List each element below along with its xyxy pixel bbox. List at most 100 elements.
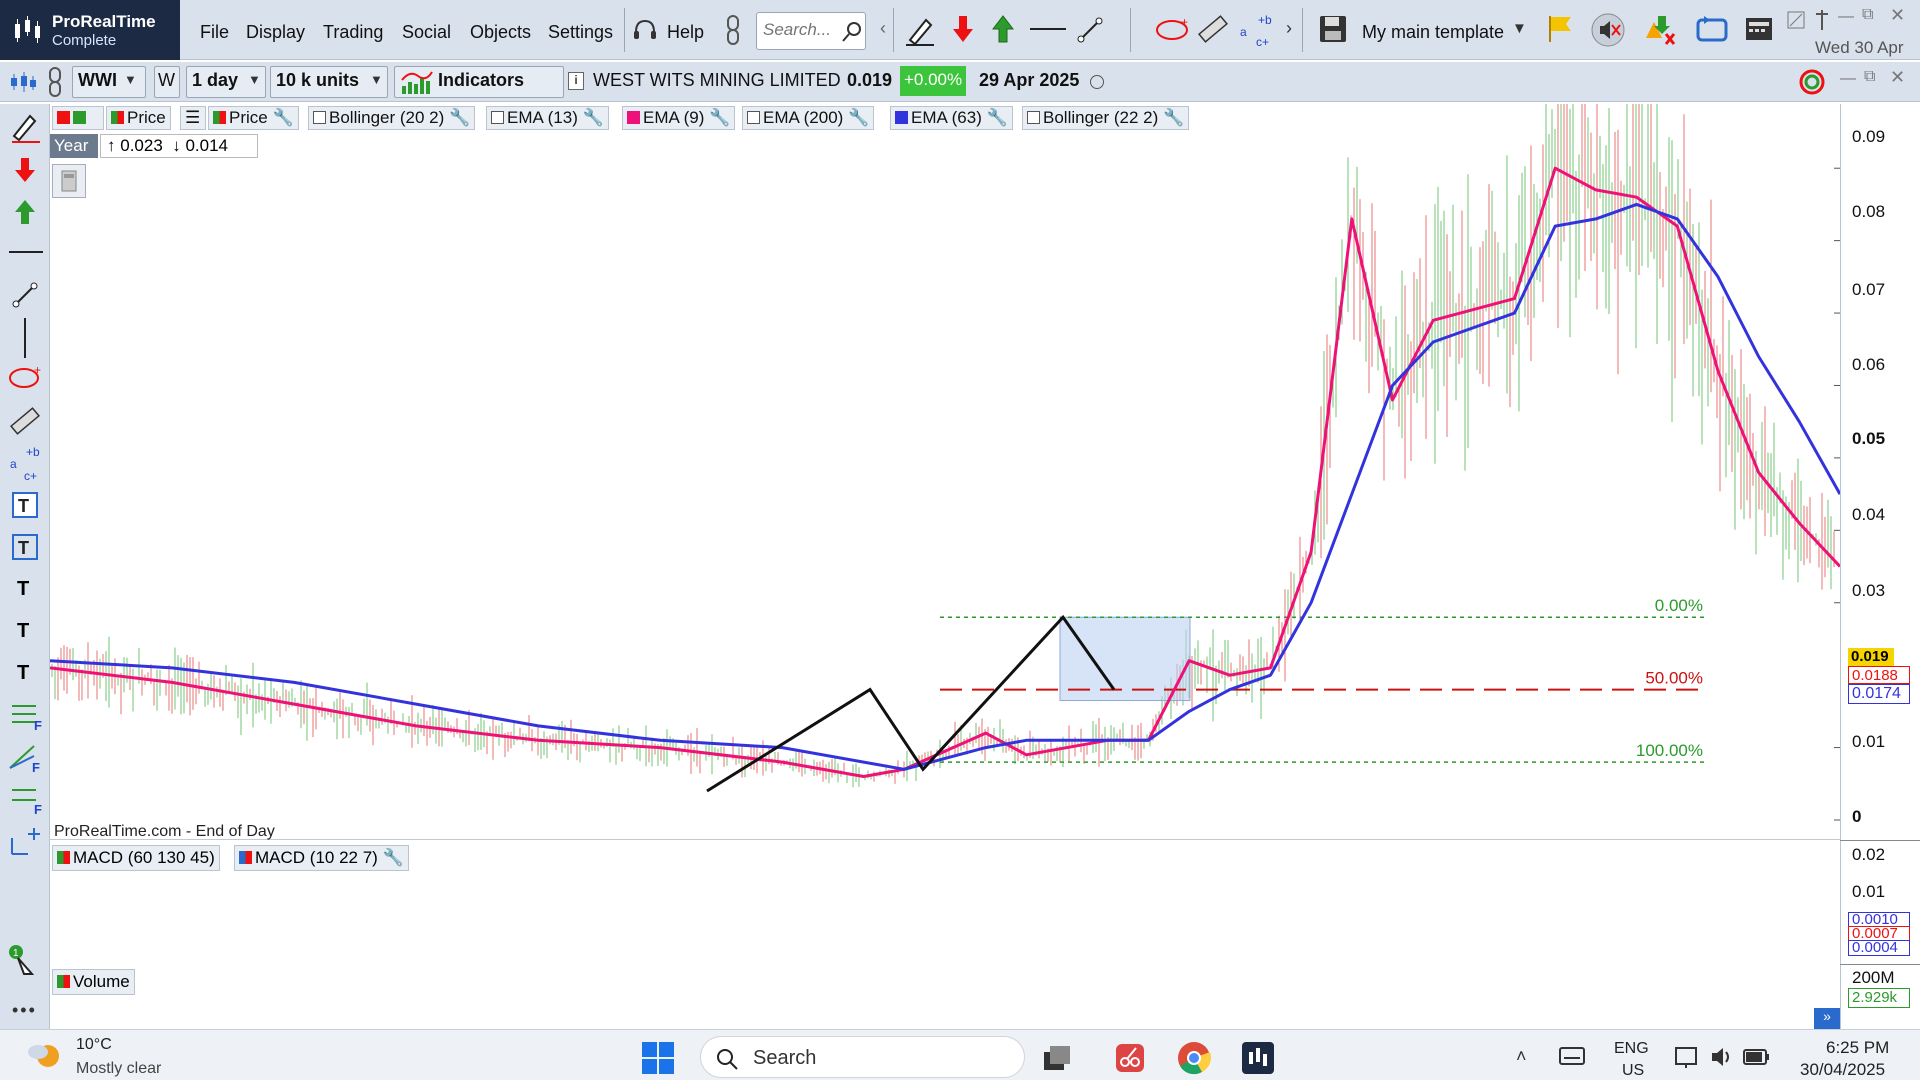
menu-social[interactable]: Social xyxy=(402,22,451,43)
checkbox-icon[interactable] xyxy=(491,111,504,124)
fibonacci-fan-icon[interactable]: F xyxy=(6,742,44,774)
arrow-up-icon[interactable] xyxy=(73,111,86,124)
minimize-chart-icon[interactable]: — xyxy=(1840,70,1856,88)
more-tools-icon[interactable]: ••• xyxy=(12,1000,37,1021)
wrench-icon[interactable]: 🔧 xyxy=(383,848,404,867)
weather-desc[interactable]: Mostly clear xyxy=(76,1060,161,1078)
legend-bollinger1[interactable]: Bollinger (20 2) 🔧 xyxy=(308,106,476,130)
search-input[interactable] xyxy=(763,13,843,47)
legend-ema63[interactable]: EMA (63) 🔧 xyxy=(890,106,1013,130)
link-chain-icon[interactable] xyxy=(723,14,743,46)
close-window-icon[interactable]: ✕ xyxy=(1890,5,1905,26)
maximize-window-icon[interactable]: ⧉ xyxy=(1862,6,1873,24)
chevron-down-icon[interactable]: ▼ xyxy=(370,72,383,87)
scroll-left-icon[interactable]: ‹ xyxy=(880,18,886,39)
ruler-icon[interactable] xyxy=(8,404,42,438)
menu-trading[interactable]: Trading xyxy=(323,22,383,43)
headset-icon[interactable] xyxy=(632,18,658,42)
wrench-icon[interactable]: 🔧 xyxy=(272,108,293,127)
template-selector[interactable]: My main template xyxy=(1362,22,1504,43)
menu-display[interactable]: Display xyxy=(246,22,305,43)
sync-chart-icon[interactable] xyxy=(1796,66,1830,98)
pin-icon[interactable] xyxy=(1812,8,1832,32)
price-chart[interactable]: 0.00%50.00%100.00%MayJulSeptNov2019MarMa… xyxy=(50,104,1840,840)
alerts-icon[interactable] xyxy=(1640,12,1676,48)
wrench-icon[interactable]: 🔧 xyxy=(987,108,1008,127)
clock-date[interactable]: 30/04/2025 xyxy=(1800,1060,1885,1080)
snipping-tool-icon[interactable] xyxy=(1112,1040,1148,1076)
close-chart-icon[interactable]: ✕ xyxy=(1890,67,1905,88)
wrench-icon[interactable]: 🔧 xyxy=(709,108,730,127)
wrench-icon[interactable]: 🔧 xyxy=(449,108,470,127)
taskbar-search[interactable]: Search xyxy=(700,1036,1025,1078)
trendline-icon[interactable] xyxy=(1075,15,1105,45)
w-label[interactable]: W xyxy=(158,70,175,91)
legend-arrows[interactable] xyxy=(52,106,104,130)
abc-labels-icon[interactable]: +b a c+ xyxy=(1238,10,1278,50)
sound-muted-icon[interactable] xyxy=(1590,12,1626,48)
keyboard-icon[interactable] xyxy=(1558,1046,1586,1068)
pencil-icon[interactable] xyxy=(904,14,936,46)
sell-arrow-down-icon[interactable] xyxy=(14,156,36,184)
legend-price1[interactable]: Price xyxy=(106,106,171,130)
language-code[interactable]: ENG xyxy=(1614,1040,1649,1058)
timeframe-label[interactable]: 1 day xyxy=(192,70,238,91)
windows-start-icon[interactable] xyxy=(640,1040,676,1076)
chrome-icon[interactable] xyxy=(1176,1040,1212,1076)
alert-cursor-icon[interactable]: 1 xyxy=(8,944,44,980)
ruler-icon[interactable] xyxy=(1196,12,1230,46)
info-icon[interactable]: i xyxy=(568,72,584,90)
weather-temp[interactable]: 10°C xyxy=(76,1036,112,1054)
buy-arrow-up-icon[interactable] xyxy=(992,14,1014,44)
legend-ema200[interactable]: EMA (200) 🔧 xyxy=(742,106,875,130)
network-icon[interactable] xyxy=(1674,1044,1702,1070)
fibonacci-retracement-icon[interactable]: F xyxy=(8,700,44,732)
search-box[interactable] xyxy=(756,12,866,50)
wrench-icon[interactable]: 🔧 xyxy=(848,108,869,127)
text-box-icon[interactable]: T xyxy=(12,492,38,518)
checkbox-icon[interactable] xyxy=(313,111,326,124)
menu-help[interactable]: Help xyxy=(667,22,704,43)
chevron-down-icon[interactable]: ▼ xyxy=(124,72,137,87)
chart-type-candles-icon[interactable] xyxy=(8,70,38,94)
checkbox-icon[interactable] xyxy=(747,111,760,124)
legend-bollinger2[interactable]: Bollinger (22 2) 🔧 xyxy=(1022,106,1190,130)
arrow-down-icon[interactable] xyxy=(57,111,70,124)
link-chain-icon[interactable] xyxy=(46,66,64,98)
indicators-chart-icon[interactable] xyxy=(400,68,434,96)
clock-time[interactable]: 6:25 PM xyxy=(1826,1038,1889,1058)
legend-macd1[interactable]: MACD (60 130 45) xyxy=(52,845,220,871)
minimize-window-icon[interactable]: — xyxy=(1838,8,1854,26)
checkbox-icon[interactable] xyxy=(1027,111,1040,124)
chevron-down-icon[interactable]: ▼ xyxy=(248,72,261,87)
text-box-icon[interactable]: T xyxy=(12,534,38,560)
save-template-icon[interactable] xyxy=(1318,14,1348,44)
rectangle-tool-icon[interactable] xyxy=(8,826,44,858)
battery-icon[interactable] xyxy=(1742,1046,1772,1068)
calculator-keyboard-icon[interactable] xyxy=(1744,14,1774,44)
maximize-chart-icon[interactable]: ⧉ xyxy=(1864,68,1875,86)
legend-price2[interactable]: Price 🔧 xyxy=(208,106,299,130)
legend-list-icon[interactable]: ☰ xyxy=(180,106,206,130)
ticker-symbol[interactable]: WWI xyxy=(78,70,117,91)
ellipse-tool-icon[interactable]: + xyxy=(6,362,46,392)
legend-ema13[interactable]: EMA (13) 🔧 xyxy=(486,106,609,130)
search-icon[interactable] xyxy=(841,21,863,43)
units-label[interactable]: 10 k units xyxy=(276,70,359,91)
text-tool-icon[interactable]: T xyxy=(17,662,29,685)
pencil-icon[interactable] xyxy=(10,112,42,144)
menu-file[interactable]: File xyxy=(200,22,229,43)
refresh-sync-icon[interactable] xyxy=(1694,12,1730,48)
fibonacci-timezones-icon[interactable]: F xyxy=(8,784,44,816)
language-region[interactable]: US xyxy=(1622,1062,1644,1080)
abc-labels-icon[interactable]: +b a c+ xyxy=(6,444,46,482)
sell-arrow-down-icon[interactable] xyxy=(952,14,974,44)
text-tool-icon[interactable]: T xyxy=(17,578,29,601)
menu-settings[interactable]: Settings xyxy=(548,22,613,43)
weather-moon-icon[interactable] xyxy=(24,1038,64,1072)
volume-speaker-icon[interactable] xyxy=(1708,1044,1736,1070)
ellipse-tool-icon[interactable]: + xyxy=(1152,14,1192,46)
legend-ema9[interactable]: EMA (9) 🔧 xyxy=(622,106,736,130)
scroll-right-icon[interactable]: › xyxy=(1286,18,1292,39)
text-tool-icon[interactable]: T xyxy=(17,620,29,643)
